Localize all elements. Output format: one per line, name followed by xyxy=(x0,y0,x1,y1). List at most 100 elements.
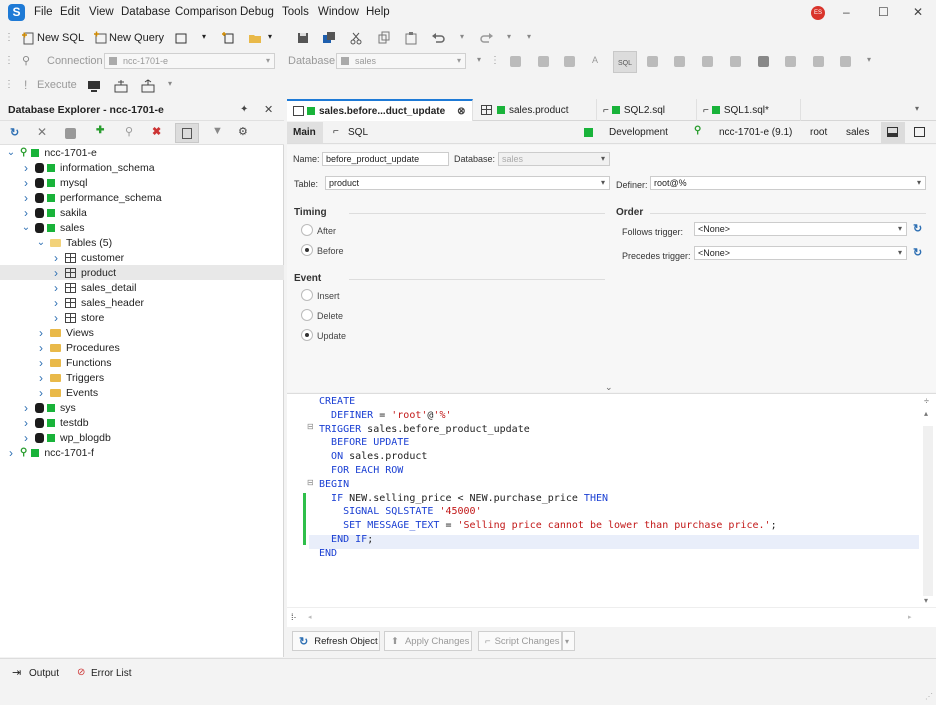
menu-help[interactable]: Help xyxy=(366,6,390,18)
menu-database[interactable]: Database xyxy=(121,6,170,18)
tree-node[interactable]: ⌄ ⚲ ncc-1701-e xyxy=(0,145,284,160)
tree-node[interactable]: › Triggers xyxy=(0,370,284,385)
group-toggle[interactable] xyxy=(175,123,199,143)
chevron-right-icon[interactable]: › xyxy=(36,326,46,340)
disconnect-icon[interactable]: ✕ xyxy=(37,125,47,139)
chevron-right-icon[interactable]: › xyxy=(51,296,61,310)
scroll-left-icon[interactable]: ◂ xyxy=(308,613,312,621)
tree-node[interactable]: › sys xyxy=(0,400,284,415)
sql-tab-label[interactable]: SQL xyxy=(348,127,368,138)
chevron-right-icon[interactable]: › xyxy=(36,341,46,355)
prev-bookmark-icon[interactable] xyxy=(785,56,796,67)
chevron-right-icon[interactable]: › xyxy=(36,356,46,370)
toolbar-dropdown-icon[interactable]: ▾ xyxy=(168,79,172,88)
db-sync-icon[interactable] xyxy=(114,79,128,93)
chevron-right-icon[interactable]: › xyxy=(21,191,31,205)
script-changes-dropdown[interactable]: ▾ xyxy=(562,631,575,651)
save-icon[interactable] xyxy=(296,31,310,45)
settings-icon[interactable]: ⚙ xyxy=(238,125,248,138)
chevron-down-icon[interactable]: ⌄ xyxy=(21,222,31,233)
indent-icon[interactable] xyxy=(647,56,658,67)
dropdown-arrow-icon[interactable]: ▾ xyxy=(202,32,206,41)
sql-editor[interactable]: ⊟ ⊟ CREATE DEFINER = 'root'@'%' TRIGGER s… xyxy=(287,393,936,608)
script-changes-button[interactable]: ⌐ Script Changes xyxy=(478,631,562,651)
fold-toggle-icon[interactable]: ⊟ xyxy=(307,422,314,431)
filter-icon[interactable]: ▼ xyxy=(212,125,223,137)
tree-node[interactable]: › wp_blogdb xyxy=(0,430,284,445)
chevron-right-icon[interactable]: › xyxy=(21,431,31,445)
tab-sql2[interactable]: ⌐ SQL2.sql xyxy=(597,99,697,121)
tree-node[interactable]: › testdb xyxy=(0,415,284,430)
db-export-icon[interactable] xyxy=(141,79,155,93)
sql-mode-toggle[interactable]: SQL xyxy=(613,51,637,73)
tree-node[interactable]: › ⚲ ncc-1701-f xyxy=(0,445,284,460)
tree-node[interactable]: › Views xyxy=(0,325,284,340)
tab-trigger[interactable]: sales.before...duct_update ⊗ xyxy=(287,99,473,121)
menu-file[interactable]: File xyxy=(34,6,53,18)
font-size-icon[interactable]: A xyxy=(592,55,598,65)
tab-list-dropdown-icon[interactable]: ▾ xyxy=(915,104,919,113)
database-field-select[interactable]: sales ▾ xyxy=(498,152,610,166)
event-update-radio[interactable] xyxy=(301,329,313,341)
paste-icon[interactable] xyxy=(404,31,418,45)
user-avatar[interactable]: ES xyxy=(811,6,825,20)
open-dropdown-icon[interactable]: ▾ xyxy=(268,32,272,41)
chevron-right-icon[interactable]: › xyxy=(51,311,61,325)
new-query-button[interactable]: New Query xyxy=(109,32,164,44)
error-list-tab[interactable]: Error List xyxy=(91,668,132,679)
refresh-icon[interactable]: ↻ xyxy=(10,126,19,139)
tree-node[interactable]: › Events xyxy=(0,385,284,400)
minimize-button[interactable]: – xyxy=(843,5,850,19)
redo-dropdown-icon[interactable]: ▾ xyxy=(507,32,511,41)
chevron-right-icon[interactable]: › xyxy=(21,176,31,190)
connection-select[interactable]: ncc-1701-e ▾ xyxy=(104,53,275,69)
pin-icon[interactable]: ✦ xyxy=(240,104,248,115)
new-object-icon[interactable] xyxy=(174,31,188,45)
next-bookmark-icon[interactable] xyxy=(813,56,824,67)
precedes-select[interactable]: <None> ▾ xyxy=(694,246,907,260)
undo-dropdown-icon[interactable]: ▾ xyxy=(460,32,464,41)
user-label[interactable]: root xyxy=(810,127,827,138)
single-layout-icon[interactable] xyxy=(914,127,925,137)
chevron-right-icon[interactable]: › xyxy=(21,416,31,430)
tab-close-icon[interactable]: ⊗ xyxy=(457,106,465,117)
event-delete-radio[interactable] xyxy=(301,309,313,321)
event-insert-radio[interactable] xyxy=(301,289,313,301)
tree-node[interactable]: › Procedures xyxy=(0,340,284,355)
comment-icon[interactable] xyxy=(538,56,549,67)
format-icon[interactable] xyxy=(510,56,521,67)
vertical-scrollbar[interactable]: ÷ ▴ ▾ xyxy=(920,394,936,608)
new-file-icon[interactable] xyxy=(221,31,235,45)
delete-connection-icon[interactable]: ✖ xyxy=(152,125,161,138)
splitter-chevron-icon[interactable]: ⌄ xyxy=(605,382,613,393)
copy-icon[interactable] xyxy=(377,31,391,45)
close-button[interactable]: ✕ xyxy=(913,5,923,19)
maximize-button[interactable]: ☐ xyxy=(878,5,889,19)
new-connection-icon[interactable]: ✚ xyxy=(96,125,104,136)
undo-icon[interactable] xyxy=(431,31,445,45)
environment-label[interactable]: Development xyxy=(609,127,668,138)
copy-connection-icon[interactable] xyxy=(65,128,76,139)
table-select[interactable]: product ▾ xyxy=(325,176,610,190)
menu-edit[interactable]: Edit xyxy=(60,6,80,18)
outdent-icon[interactable] xyxy=(674,56,685,67)
tree-node[interactable]: › Functions xyxy=(0,355,284,370)
edit-connection-icon[interactable]: ⚲ xyxy=(125,125,133,138)
tree-node[interactable]: › performance_schema xyxy=(0,190,284,205)
chevron-right-icon[interactable]: › xyxy=(51,251,61,265)
output-tab[interactable]: Output xyxy=(29,668,59,679)
tree-node[interactable]: › sales_detail xyxy=(0,280,284,295)
wrap-icon[interactable] xyxy=(730,56,741,67)
open-folder-icon[interactable] xyxy=(248,31,262,45)
chevron-down-icon[interactable]: ⌄ xyxy=(36,237,46,248)
tab-sql1[interactable]: ⌐ SQL1.sql* xyxy=(697,99,801,121)
apply-changes-button[interactable]: ⬆ Apply Changes xyxy=(384,631,472,651)
timing-after-radio[interactable] xyxy=(301,224,313,236)
database-dropdown-icon[interactable]: ▾ xyxy=(477,55,481,64)
name-input[interactable]: before_product_update xyxy=(322,152,449,166)
bookmark-icon[interactable] xyxy=(758,56,769,67)
tree-node[interactable]: › store xyxy=(0,310,284,325)
chevron-down-icon[interactable]: ⌄ xyxy=(6,147,16,158)
chevron-right-icon[interactable]: › xyxy=(36,386,46,400)
cut-icon[interactable] xyxy=(349,31,363,45)
